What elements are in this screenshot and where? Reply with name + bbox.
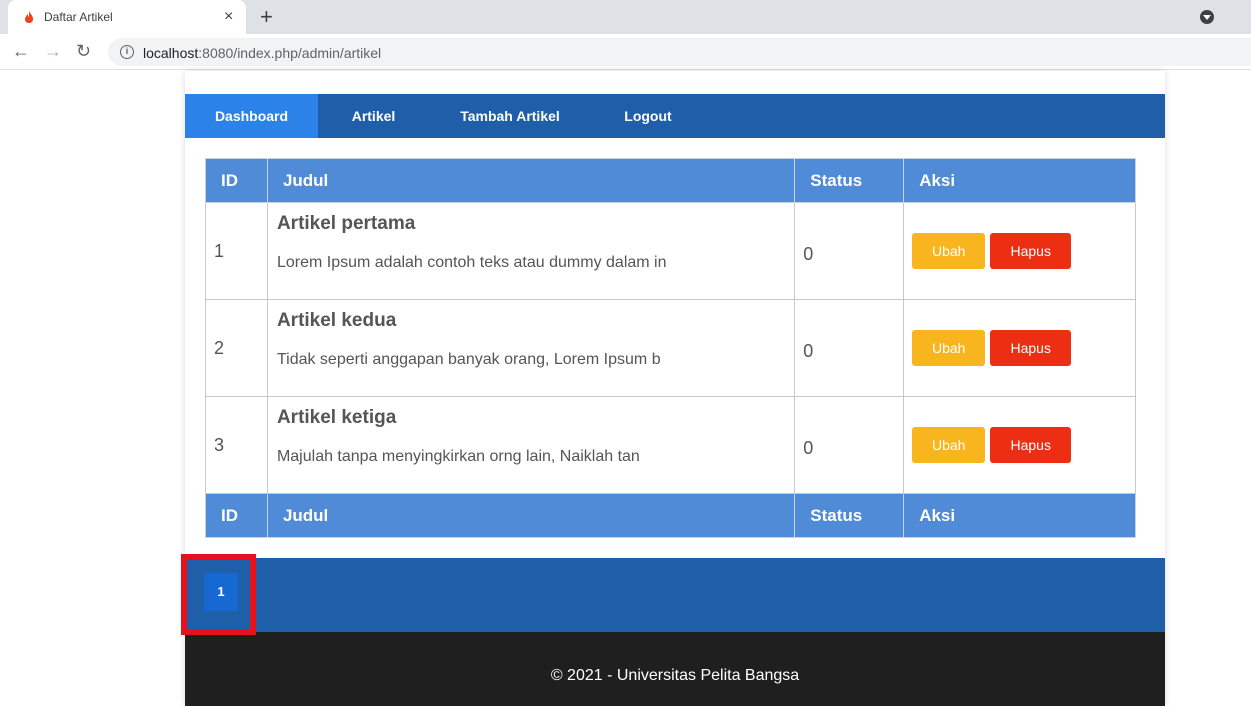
table-row: 2 Artikel kedua Tidak seperti anggapan b… (205, 299, 1136, 397)
cell-judul: Artikel kedua Tidak seperti anggapan ban… (266, 299, 796, 397)
cell-judul: Artikel pertama Lorem Ipsum adalah conto… (266, 202, 796, 300)
tab-title: Daftar Artikel (44, 10, 113, 24)
flame-icon (25, 11, 33, 23)
footer-judul: Judul (266, 493, 796, 538)
nav-dashboard[interactable]: Dashboard (185, 94, 318, 138)
article-title: Artikel ketiga (276, 407, 397, 428)
delete-button[interactable]: Hapus (990, 427, 1072, 463)
cell-status: 0 (794, 299, 905, 397)
table-footer-row: ID Judul Status Aksi (205, 493, 1136, 538)
nav-tambah-artikel[interactable]: Tambah Artikel (429, 94, 591, 138)
edit-button[interactable]: Ubah (912, 427, 986, 463)
url-path: :8080/index.php/admin/artikel (198, 45, 382, 61)
article-title: Artikel pertama (276, 213, 416, 234)
address-bar[interactable]: i localhost:8080/index.php/admin/artikel (108, 38, 1251, 66)
delete-button[interactable]: Hapus (990, 233, 1072, 269)
main-nav: Dashboard Artikel Tambah Artikel Logout (185, 94, 1165, 138)
footer-id: ID (205, 493, 268, 538)
browser-toolbar: ← → ↻ i localhost:8080/index.php/admin/a… (0, 34, 1251, 70)
cell-aksi: Ubah Hapus (903, 202, 1136, 300)
url-text: localhost:8080/index.php/admin/artikel (143, 45, 381, 61)
nav-logout[interactable]: Logout (591, 94, 705, 138)
header-aksi: Aksi (903, 158, 1136, 203)
article-excerpt: Majulah tanpa menyingkirkan orng lain, N… (276, 448, 640, 465)
table-row: 3 Artikel ketiga Majulah tanpa menyingki… (205, 396, 1136, 494)
cell-status: 0 (794, 396, 905, 494)
footer-status: Status (794, 493, 905, 538)
cell-id: 1 (205, 202, 268, 300)
article-title: Artikel kedua (276, 310, 397, 331)
chevron-down-icon[interactable] (1200, 10, 1214, 24)
cell-aksi: Ubah Hapus (903, 396, 1136, 494)
browser-tab-bar: Daftar Artikel × + (0, 0, 1251, 34)
edit-button[interactable]: Ubah (912, 233, 986, 269)
reload-icon[interactable]: ↻ (76, 40, 91, 62)
cell-status: 0 (794, 202, 905, 300)
delete-button[interactable]: Hapus (990, 330, 1072, 366)
info-icon[interactable]: i (120, 45, 134, 59)
annotation-highlight-box (181, 554, 256, 635)
articles-table: ID Judul Status Aksi 1 Artikel pertama L… (205, 158, 1136, 538)
footer-copyright: © 2021 - Universitas Pelita Bangsa (550, 667, 800, 684)
pagination-bar: 1 (185, 558, 1165, 632)
header-status: Status (794, 158, 905, 203)
close-tab-icon[interactable]: × (224, 7, 233, 27)
forward-icon[interactable]: → (44, 40, 62, 62)
nav-artikel[interactable]: Artikel (318, 94, 429, 138)
cell-id: 2 (205, 299, 268, 397)
page-container: Dashboard Artikel Tambah Artikel Logout … (185, 71, 1165, 706)
site-footer: © 2021 - Universitas Pelita Bangsa (185, 632, 1165, 706)
table-row: 1 Artikel pertama Lorem Ipsum adalah con… (205, 202, 1136, 300)
new-tab-icon[interactable]: + (260, 5, 273, 29)
cell-aksi: Ubah Hapus (903, 299, 1136, 397)
edit-button[interactable]: Ubah (912, 330, 986, 366)
browser-tab[interactable]: Daftar Artikel × (8, 0, 246, 34)
article-excerpt: Lorem Ipsum adalah contoh teks atau dumm… (276, 254, 667, 271)
header-judul: Judul (266, 158, 796, 203)
cell-judul: Artikel ketiga Majulah tanpa menyingkirk… (266, 396, 796, 494)
url-host: localhost (143, 45, 199, 61)
article-excerpt: Tidak seperti anggapan banyak orang, Lor… (276, 351, 661, 368)
header-id: ID (205, 158, 268, 203)
table-header-row: ID Judul Status Aksi (205, 158, 1136, 203)
footer-aksi: Aksi (903, 493, 1136, 538)
back-icon[interactable]: ← (12, 40, 30, 62)
cell-id: 3 (205, 396, 268, 494)
